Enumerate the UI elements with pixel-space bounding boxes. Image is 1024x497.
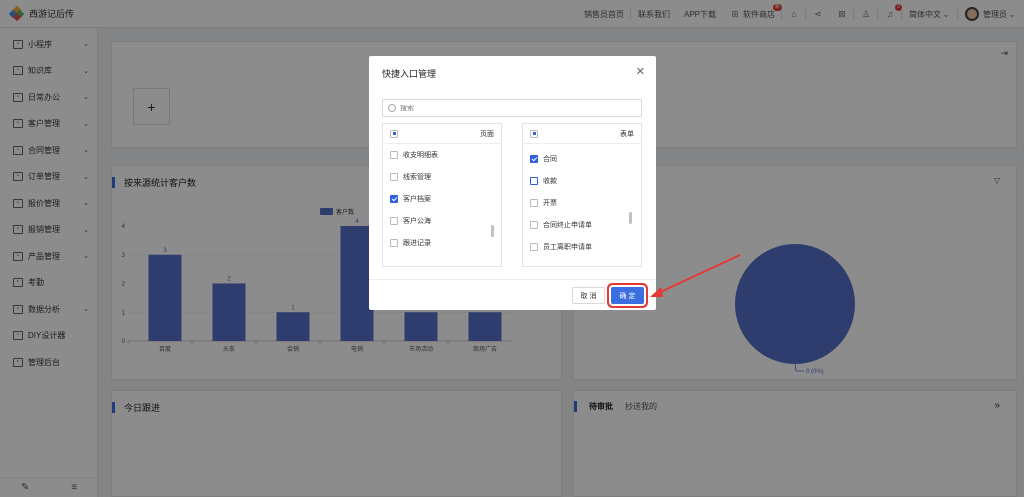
page-list-title: 页面 (480, 130, 494, 138)
form-label: 合同终止申请单 (543, 222, 592, 229)
page-checkbox[interactable] (390, 173, 398, 181)
form-label: 收款 (543, 178, 557, 185)
form-list-title: 表单 (620, 130, 634, 138)
form-row[interactable]: 合同 (523, 148, 641, 170)
page-list: 页面 收支明细表线索管理客户档案客户公海跟进记录 (382, 123, 502, 267)
page-list-scrollbar[interactable] (491, 225, 494, 237)
page-label: 客户档案 (403, 196, 431, 203)
page-list-header: 页面 (383, 124, 501, 144)
page-row[interactable]: 线索管理 (383, 166, 501, 188)
form-label: 合同 (543, 156, 557, 163)
search-input[interactable] (400, 104, 600, 112)
shortcut-manage-dialog: 快捷入口管理 ✕ 页面 收支明细表线索管理客户档案客户公海跟进记录 表单 合同收… (369, 56, 656, 310)
form-row[interactable]: 开票 (523, 192, 641, 214)
page-checkbox[interactable] (390, 151, 398, 159)
page-row[interactable]: 客户档案 (383, 188, 501, 210)
search-box (382, 99, 642, 117)
cancel-button[interactable]: 取 消 (572, 287, 605, 304)
form-label: 员工离职申请单 (543, 244, 592, 251)
page-checkbox[interactable] (390, 195, 398, 203)
form-checkbox[interactable] (530, 199, 538, 207)
form-row[interactable]: 收款 (523, 170, 641, 192)
close-icon[interactable]: ✕ (636, 65, 645, 78)
page-label: 客户公海 (403, 218, 431, 225)
dialog-title: 快捷入口管理 (382, 69, 437, 79)
select-all-pages-checkbox[interactable] (390, 129, 398, 138)
page-label: 线索管理 (403, 174, 431, 181)
confirm-button[interactable]: 确 定 (611, 287, 644, 304)
page-row[interactable]: 客户公海 (383, 210, 501, 232)
page-row[interactable]: 收支明细表 (383, 144, 501, 166)
form-list-scrollbar[interactable] (629, 212, 632, 224)
page-checkbox[interactable] (390, 217, 398, 225)
form-list-header: 表单 (523, 124, 641, 144)
form-label: 开票 (543, 200, 557, 207)
form-checkbox[interactable] (530, 221, 538, 229)
page-row[interactable]: 跟进记录 (383, 232, 501, 254)
page-label: 收支明细表 (403, 152, 438, 159)
page-checkbox[interactable] (390, 239, 398, 247)
select-all-forms-checkbox[interactable] (530, 129, 538, 138)
form-list: 表单 合同收款开票合同终止申请单 员工离职申请单 (522, 123, 642, 267)
form-checkbox[interactable] (530, 243, 538, 251)
dialog-footer: 取 消 确 定 (369, 279, 656, 310)
form-row[interactable]: 合同终止申请单 (523, 214, 641, 236)
form-checkbox[interactable] (530, 177, 538, 185)
form-checkbox[interactable] (530, 155, 538, 163)
form-row[interactable]: 员工离职申请单 (523, 236, 641, 258)
page-label: 跟进记录 (403, 240, 431, 247)
search-icon (388, 104, 396, 112)
